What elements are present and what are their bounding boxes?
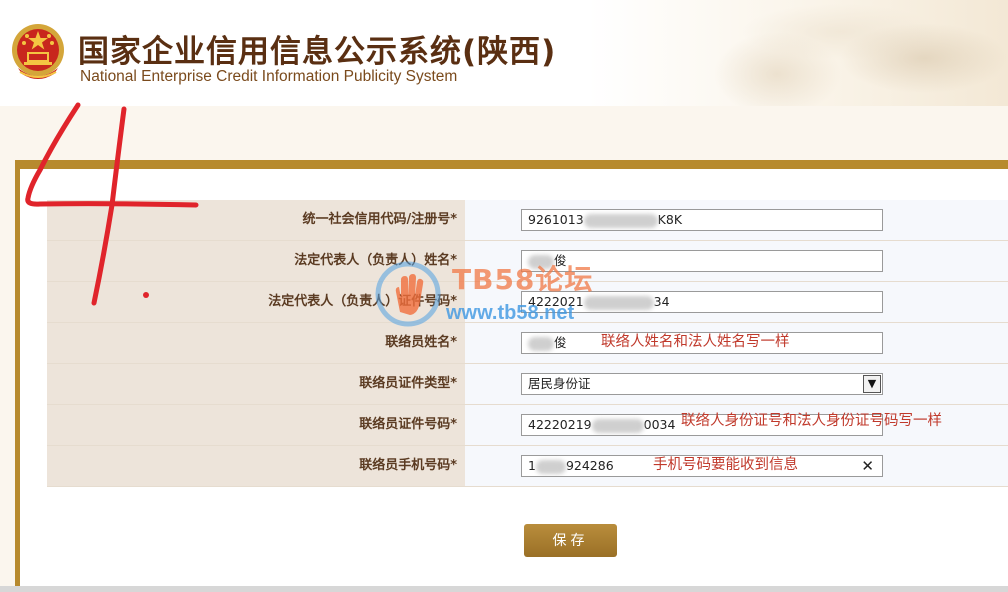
mountain-banner-image: [588, 0, 1008, 106]
form-row-contact-phone: 联络员手机号码* 1 924286 ✕ 手机号码要能收到信息: [47, 446, 1008, 487]
form-row-contact-id-type: 联络员证件类型* 居民身份证 ▼: [47, 364, 1008, 405]
credit-code-input[interactable]: 9261013 K8K: [521, 209, 883, 231]
site-title-en: National Enterprise Credit Information P…: [80, 68, 458, 85]
watermark-url: www.tb58.net: [446, 302, 575, 324]
redacted-blur: [583, 213, 658, 228]
save-button[interactable]: 保存: [524, 524, 617, 557]
redacted-blur: [583, 295, 654, 310]
watermark-title: TB58论坛: [452, 263, 594, 296]
contact-id-label: 联络员证件号码*: [47, 405, 465, 445]
handwritten-number-4-icon: [25, 102, 199, 306]
chevron-down-icon[interactable]: ▼: [863, 375, 881, 393]
form-row-contact-name: 联络员姓名* 俊 联络人姓名和法人姓名写一样: [47, 323, 1008, 364]
redacted-blur: [535, 459, 566, 474]
contact-name-note: 联络人姓名和法人姓名写一样: [601, 334, 790, 350]
forum-hand-logo-icon: [375, 261, 441, 327]
contact-id-note: 联络人身份证号和法人身份证号码写一样: [681, 413, 942, 429]
clear-input-icon[interactable]: ✕: [861, 456, 874, 476]
contact-phone-label: 联络员手机号码*: [47, 446, 465, 486]
contact-id-type-label: 联络员证件类型*: [47, 364, 465, 404]
redacted-blur: [591, 418, 644, 433]
redacted-blur: [528, 336, 554, 351]
bottom-scroll-edge: [0, 586, 1008, 592]
national-emblem-icon: [12, 24, 64, 79]
contact-id-type-select[interactable]: 居民身份证 ▼: [521, 373, 883, 395]
contact-phone-note: 手机号码要能收到信息: [653, 457, 798, 473]
site-title-cn: 国家企业信用信息公示系统(陕西): [78, 34, 557, 70]
form-row-contact-id: 联络员证件号码* 42220219 0034 联络人身份证号和法人身份证号码写一样: [47, 405, 1008, 446]
site-header: 国家企业信用信息公示系统(陕西) National Enterprise Cre…: [0, 0, 1008, 106]
